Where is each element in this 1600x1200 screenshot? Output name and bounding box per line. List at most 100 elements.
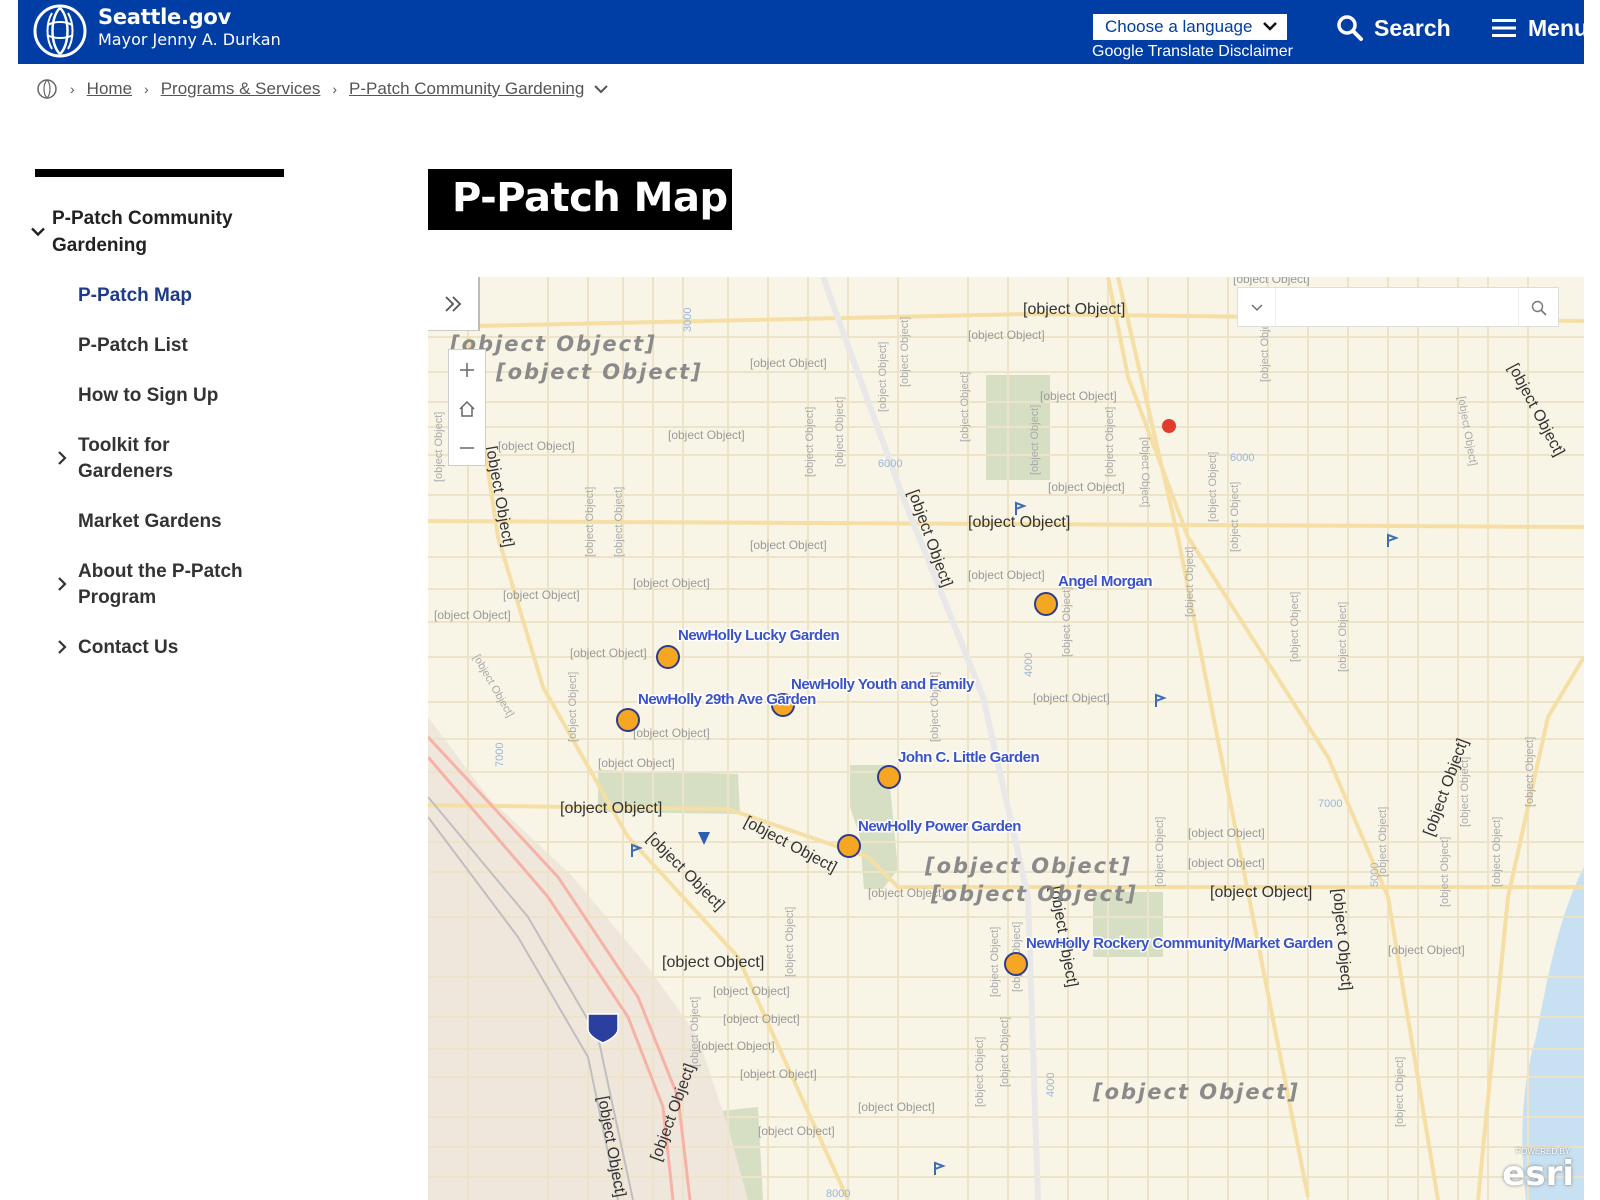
garden-label[interactable]: Angel Morgan	[1057, 572, 1155, 592]
street-label: [object Object]	[858, 1100, 935, 1114]
menu-button[interactable]: Menu	[1492, 10, 1588, 46]
flag-icon	[934, 1161, 946, 1175]
p-patch-map[interactable]: [object Object] [object Object] [object …	[428, 277, 1584, 1200]
shield-icon	[698, 832, 710, 845]
garden-marker-icon[interactable]	[656, 645, 680, 669]
avenue-label: [object Object]	[470, 653, 516, 720]
street-label: [object Object]	[1040, 389, 1117, 403]
street-label-major: [object Object]	[968, 514, 1070, 531]
garden-label[interactable]: NewHolly Power Garden	[857, 817, 1024, 837]
side-nav-item[interactable]: About the P-Patch Program	[30, 559, 290, 611]
site-header: Seattle.gov Mayor Jenny A. Durkan Choose…	[18, 0, 1588, 64]
esri-logo[interactable]: esri	[1502, 1154, 1574, 1194]
breadcrumb-programs[interactable]: Programs & Services	[161, 79, 321, 99]
side-nav-rule	[35, 169, 284, 177]
breadcrumb-p-patch[interactable]: P-Patch Community Gardening	[349, 79, 584, 99]
language-select-label: Choose a language	[1105, 17, 1253, 36]
map-search-source-dropdown[interactable]	[1238, 288, 1276, 328]
map-search-box	[1237, 287, 1559, 328]
seattle-logo-icon[interactable]	[32, 3, 88, 59]
street-label: [object Object]	[968, 328, 1045, 342]
side-nav-item[interactable]: P-Patch Map	[30, 283, 290, 309]
side-nav-item[interactable]: Contact Us	[30, 635, 290, 661]
chevron-down-icon[interactable]	[592, 82, 610, 96]
garden-marker-icon[interactable]	[877, 765, 901, 789]
street-label: [object Object]	[713, 984, 790, 998]
street-label: [object Object]	[968, 568, 1045, 582]
garden-label[interactable]: John C. Little Garden	[897, 748, 1042, 768]
street-label: [object Object]	[740, 1067, 817, 1081]
street-label-major: [object Object]	[741, 814, 839, 877]
brand-subtitle: Mayor Jenny A. Durkan	[98, 30, 281, 49]
map-search-button[interactable]	[1518, 288, 1558, 328]
garden-marker-icon[interactable]	[1034, 592, 1058, 616]
minus-icon	[460, 446, 474, 449]
block-number: 5000	[1369, 863, 1381, 887]
street-label: [object Object]	[750, 356, 827, 370]
brand-name[interactable]: Seattle.gov	[98, 5, 281, 29]
neighborhood-label: [object Object]	[930, 882, 1138, 906]
zoom-out-button[interactable]	[449, 428, 485, 467]
garden-label[interactable]: NewHolly Youth and Family	[790, 675, 977, 695]
side-nav-item[interactable]: Toolkit for Gardeners	[30, 433, 290, 485]
expand-panel-button[interactable]	[428, 277, 480, 331]
home-extent-button[interactable]	[449, 389, 485, 428]
garden-label[interactable]: NewHolly 29th Ave Garden	[637, 690, 819, 710]
avenue-label: [object Object]	[689, 997, 701, 1067]
chevron-right-icon	[58, 451, 67, 465]
garden-label[interactable]: NewHolly Rockery Community/Market Garden	[1025, 934, 1336, 954]
block-number: 3000	[682, 308, 694, 332]
street-label-major: [object Object]	[1210, 884, 1312, 901]
side-nav-parent[interactable]: P-Patch Community Gardening	[30, 205, 290, 259]
avenue-label: [object Object]	[1139, 437, 1151, 507]
street-label-major: [object Object]	[662, 954, 764, 971]
search-icon	[1337, 15, 1363, 41]
search-button[interactable]: Search	[1336, 10, 1451, 46]
search-label: Search	[1374, 14, 1451, 41]
avenue-label: [object Object]	[899, 317, 911, 387]
street-label: [object Object]	[633, 726, 710, 740]
avenue-label: [object Object]	[433, 412, 445, 482]
avenue-label: [object Object]	[959, 372, 971, 442]
street-label: [object Object]	[1048, 480, 1125, 494]
street-label-major: [object Object]	[1504, 361, 1567, 459]
side-nav-item[interactable]: How to Sign Up	[30, 383, 290, 409]
garden-marker-icon[interactable]	[837, 834, 861, 858]
street-label: [object Object]	[498, 439, 575, 453]
side-nav-item[interactable]: Market Gardens	[30, 509, 290, 535]
breadcrumb-separator: ›	[144, 81, 149, 97]
chevron-right-icon	[58, 640, 67, 654]
breadcrumb-home[interactable]: Home	[87, 79, 132, 99]
street-label: [object Object]	[698, 1039, 775, 1053]
zoom-in-button[interactable]	[449, 350, 485, 389]
map-search-input[interactable]	[1278, 292, 1518, 322]
menu-label: Menu	[1528, 14, 1589, 41]
garden-marker-icon[interactable]	[616, 708, 640, 732]
chevron-down-icon	[31, 227, 45, 237]
brand[interactable]: Seattle.gov Mayor Jenny A. Durkan	[98, 5, 281, 49]
side-nav-item[interactable]: P-Patch List	[30, 333, 290, 359]
street-label-major: [object Object]	[1329, 888, 1355, 991]
block-number: 7000	[494, 743, 506, 767]
avenue-label: [object Object]	[1207, 452, 1219, 522]
translate-disclaimer-link[interactable]: Google Translate Disclaimer	[1092, 43, 1293, 61]
street-label: [object Object]	[503, 588, 580, 602]
street-label: [object Object]	[570, 646, 647, 660]
garden-marker-icon[interactable]	[1004, 952, 1028, 976]
avenue-label: [object Object]	[1029, 405, 1041, 475]
street-label: [object Object]	[723, 1012, 800, 1026]
avenue-label: [object Object]	[1337, 602, 1349, 672]
map-basemap[interactable]: [object Object] [object Object] [object …	[428, 277, 1584, 1200]
side-nav-item-label: P-Patch List	[78, 335, 188, 356]
language-select[interactable]: Choose a language	[1092, 13, 1288, 41]
street-label-major: [object Object]	[482, 445, 517, 549]
garden-label[interactable]: NewHolly Lucky Garden	[677, 626, 842, 646]
avenue-label: [object Object]	[1439, 837, 1451, 907]
chevron-down-icon	[1263, 22, 1277, 31]
street-label-major: [object Object]	[1023, 301, 1125, 318]
avenue-label: [object Object]	[1524, 737, 1536, 807]
seattle-home-icon[interactable]	[36, 78, 58, 100]
block-number: 6000	[1230, 452, 1254, 464]
poi-icon	[1162, 419, 1176, 433]
avenue-label: [object Object]	[1184, 547, 1196, 617]
